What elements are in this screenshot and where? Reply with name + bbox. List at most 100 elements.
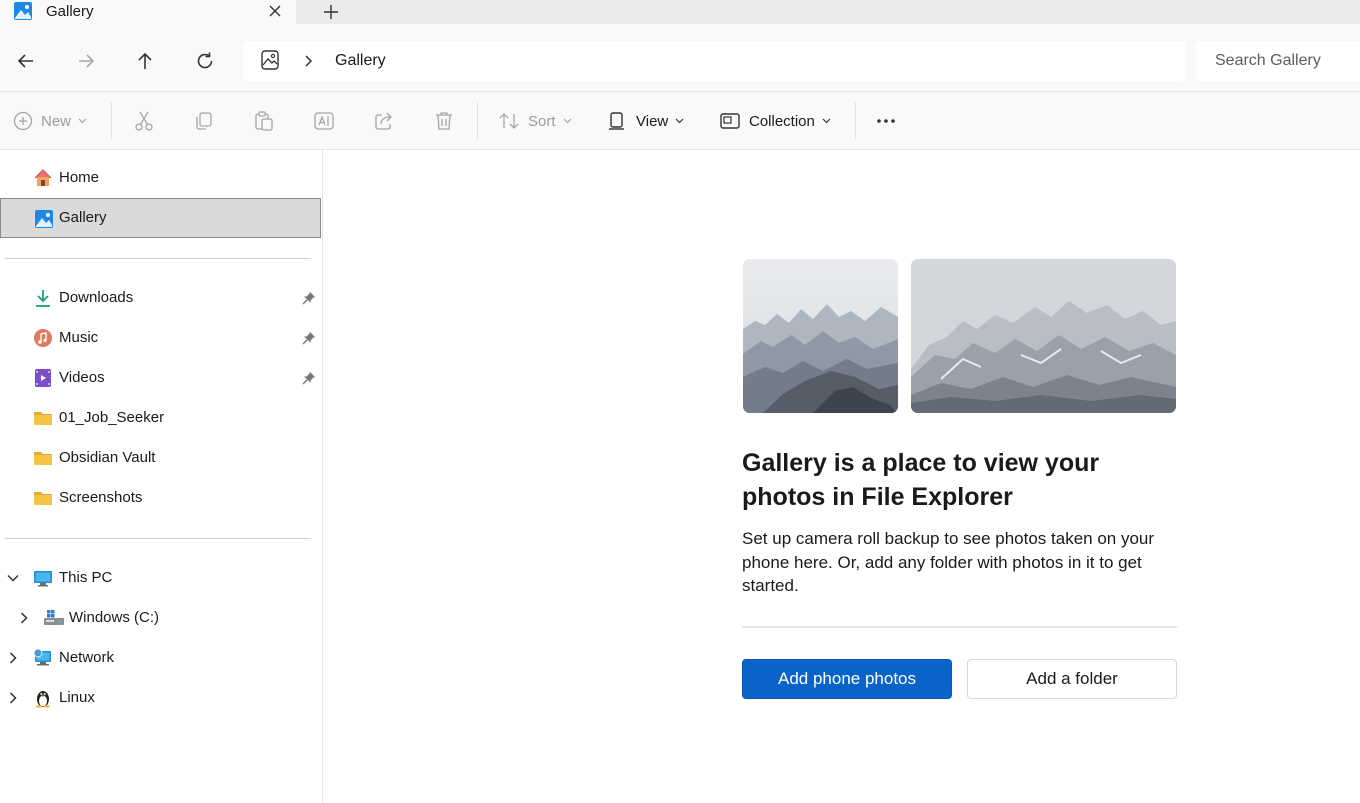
add-phone-photos-button[interactable]: Add phone photos bbox=[742, 659, 952, 699]
share-button[interactable] bbox=[373, 92, 395, 150]
title-bar: Gallery bbox=[0, 0, 1360, 24]
folder-icon bbox=[33, 488, 53, 508]
gallery-icon bbox=[13, 1, 33, 26]
search-placeholder: Search Gallery bbox=[1215, 52, 1321, 69]
add-circle-icon bbox=[13, 111, 33, 131]
pc-icon bbox=[33, 568, 53, 588]
collection-label: Collection bbox=[749, 112, 815, 130]
download-icon bbox=[33, 288, 53, 308]
divider bbox=[5, 538, 311, 539]
cut-button[interactable] bbox=[133, 92, 155, 150]
collection-button[interactable]: Collection bbox=[719, 92, 831, 150]
sort-label: Sort bbox=[528, 112, 556, 130]
music-icon bbox=[33, 328, 53, 348]
sidebar-item-windows-c[interactable]: Windows (C:) bbox=[0, 598, 321, 638]
forward-button[interactable] bbox=[75, 50, 97, 72]
linux-icon bbox=[33, 688, 53, 708]
empty-state-headline: Gallery is a place to view your photos i… bbox=[742, 449, 1100, 511]
tab-title: Gallery bbox=[46, 3, 94, 20]
breadcrumb[interactable]: Gallery bbox=[335, 52, 386, 70]
address-bar[interactable]: Gallery bbox=[243, 41, 1186, 81]
back-button[interactable] bbox=[15, 50, 37, 72]
copy-icon bbox=[196, 112, 212, 130]
view-icon bbox=[609, 112, 624, 130]
rename-button[interactable] bbox=[313, 92, 335, 150]
sort-button[interactable]: Sort bbox=[498, 92, 572, 150]
up-button[interactable] bbox=[134, 50, 156, 72]
sidebar-item-label: Obsidian Vault bbox=[59, 449, 156, 466]
paste-icon bbox=[255, 111, 273, 131]
address-row: Gallery Search Gallery bbox=[0, 24, 1360, 92]
pin-icon[interactable] bbox=[302, 331, 316, 350]
mountain-image bbox=[743, 259, 898, 413]
toolbar-separator bbox=[855, 102, 856, 140]
add-folder-button[interactable]: Add a folder bbox=[967, 659, 1177, 699]
folder-icon bbox=[33, 408, 53, 428]
sidebar-item-label: Linux bbox=[59, 689, 95, 706]
new-label: New bbox=[41, 112, 72, 130]
sidebar-item-this-pc[interactable]: This PC bbox=[0, 558, 321, 598]
tab-gallery[interactable]: Gallery bbox=[0, 0, 296, 24]
network-icon bbox=[33, 648, 53, 668]
sidebar-item-label: Music bbox=[59, 329, 99, 346]
chevron-down-icon[interactable] bbox=[6, 571, 20, 590]
refresh-button[interactable] bbox=[194, 50, 216, 72]
copy-button[interactable] bbox=[193, 92, 215, 150]
sidebar-item-label: Network bbox=[59, 649, 115, 666]
chevron-right-icon[interactable] bbox=[6, 691, 20, 710]
sidebar-item-obsidian-vault[interactable]: Obsidian Vault bbox=[0, 438, 321, 478]
chevron-right-icon[interactable] bbox=[303, 54, 315, 73]
paste-button[interactable] bbox=[253, 92, 275, 150]
command-bar: New Sort View Collection bbox=[0, 92, 1360, 150]
sidebar-item-linux[interactable]: Linux bbox=[0, 678, 321, 718]
sidebar-item-label: Screenshots bbox=[59, 489, 143, 506]
snowy-mountain-image bbox=[911, 259, 1176, 413]
view-button[interactable]: View bbox=[606, 92, 684, 150]
sidebar-item-job-seeker[interactable]: 01_Job_Seeker bbox=[0, 398, 321, 438]
divider bbox=[742, 626, 1177, 628]
search-input[interactable]: Search Gallery bbox=[1196, 41, 1360, 81]
divider bbox=[5, 258, 311, 259]
sidebar-item-music[interactable]: Music bbox=[0, 318, 321, 358]
close-icon[interactable] bbox=[266, 2, 284, 20]
new-button[interactable]: New bbox=[13, 92, 87, 150]
sidebar-item-downloads[interactable]: Downloads bbox=[0, 278, 321, 318]
more-icon bbox=[877, 119, 895, 123]
trash-icon bbox=[436, 112, 452, 130]
rename-icon bbox=[314, 112, 334, 130]
chevron-down-icon bbox=[563, 118, 571, 124]
folder-icon bbox=[33, 448, 53, 468]
sidebar-item-gallery[interactable]: Gallery bbox=[0, 198, 321, 238]
toolbar-separator bbox=[111, 102, 112, 140]
sidebar-item-videos[interactable]: Videos bbox=[0, 358, 321, 398]
gallery-empty-state: Gallery is a place to view your photos i… bbox=[324, 150, 1360, 803]
delete-button[interactable] bbox=[433, 92, 455, 150]
sidebar-item-home[interactable]: Home bbox=[0, 158, 321, 198]
more-options-button[interactable] bbox=[875, 92, 897, 150]
chevron-down-icon bbox=[675, 118, 684, 124]
gallery-icon bbox=[259, 49, 281, 76]
sort-icon bbox=[499, 113, 519, 129]
sidebar-item-label: 01_Job_Seeker bbox=[59, 409, 165, 426]
share-icon bbox=[375, 112, 392, 130]
drive-icon bbox=[43, 608, 64, 628]
chevron-right-icon[interactable] bbox=[17, 611, 31, 630]
sidebar-item-label: Gallery bbox=[59, 209, 107, 226]
video-icon bbox=[33, 368, 53, 388]
empty-state-description: Set up camera roll backup to see photos … bbox=[742, 529, 1155, 595]
chevron-down-icon bbox=[822, 118, 831, 124]
chevron-right-icon[interactable] bbox=[6, 651, 20, 670]
scissors-icon bbox=[135, 111, 153, 131]
pin-icon[interactable] bbox=[302, 371, 316, 390]
pin-icon[interactable] bbox=[302, 291, 316, 310]
sidebar-item-screenshots[interactable]: Screenshots bbox=[0, 478, 321, 518]
chevron-down-icon bbox=[78, 118, 87, 124]
gallery-icon bbox=[34, 209, 54, 229]
sidebar-item-label: This PC bbox=[59, 569, 113, 586]
sidebar-item-label: Videos bbox=[59, 369, 105, 386]
toolbar-separator bbox=[477, 102, 478, 140]
new-tab-button[interactable] bbox=[320, 2, 342, 22]
sidebar-item-network[interactable]: Network bbox=[0, 638, 321, 678]
sidebar-item-label: Home bbox=[59, 169, 100, 186]
sidebar-item-label: Windows (C:) bbox=[69, 609, 160, 626]
